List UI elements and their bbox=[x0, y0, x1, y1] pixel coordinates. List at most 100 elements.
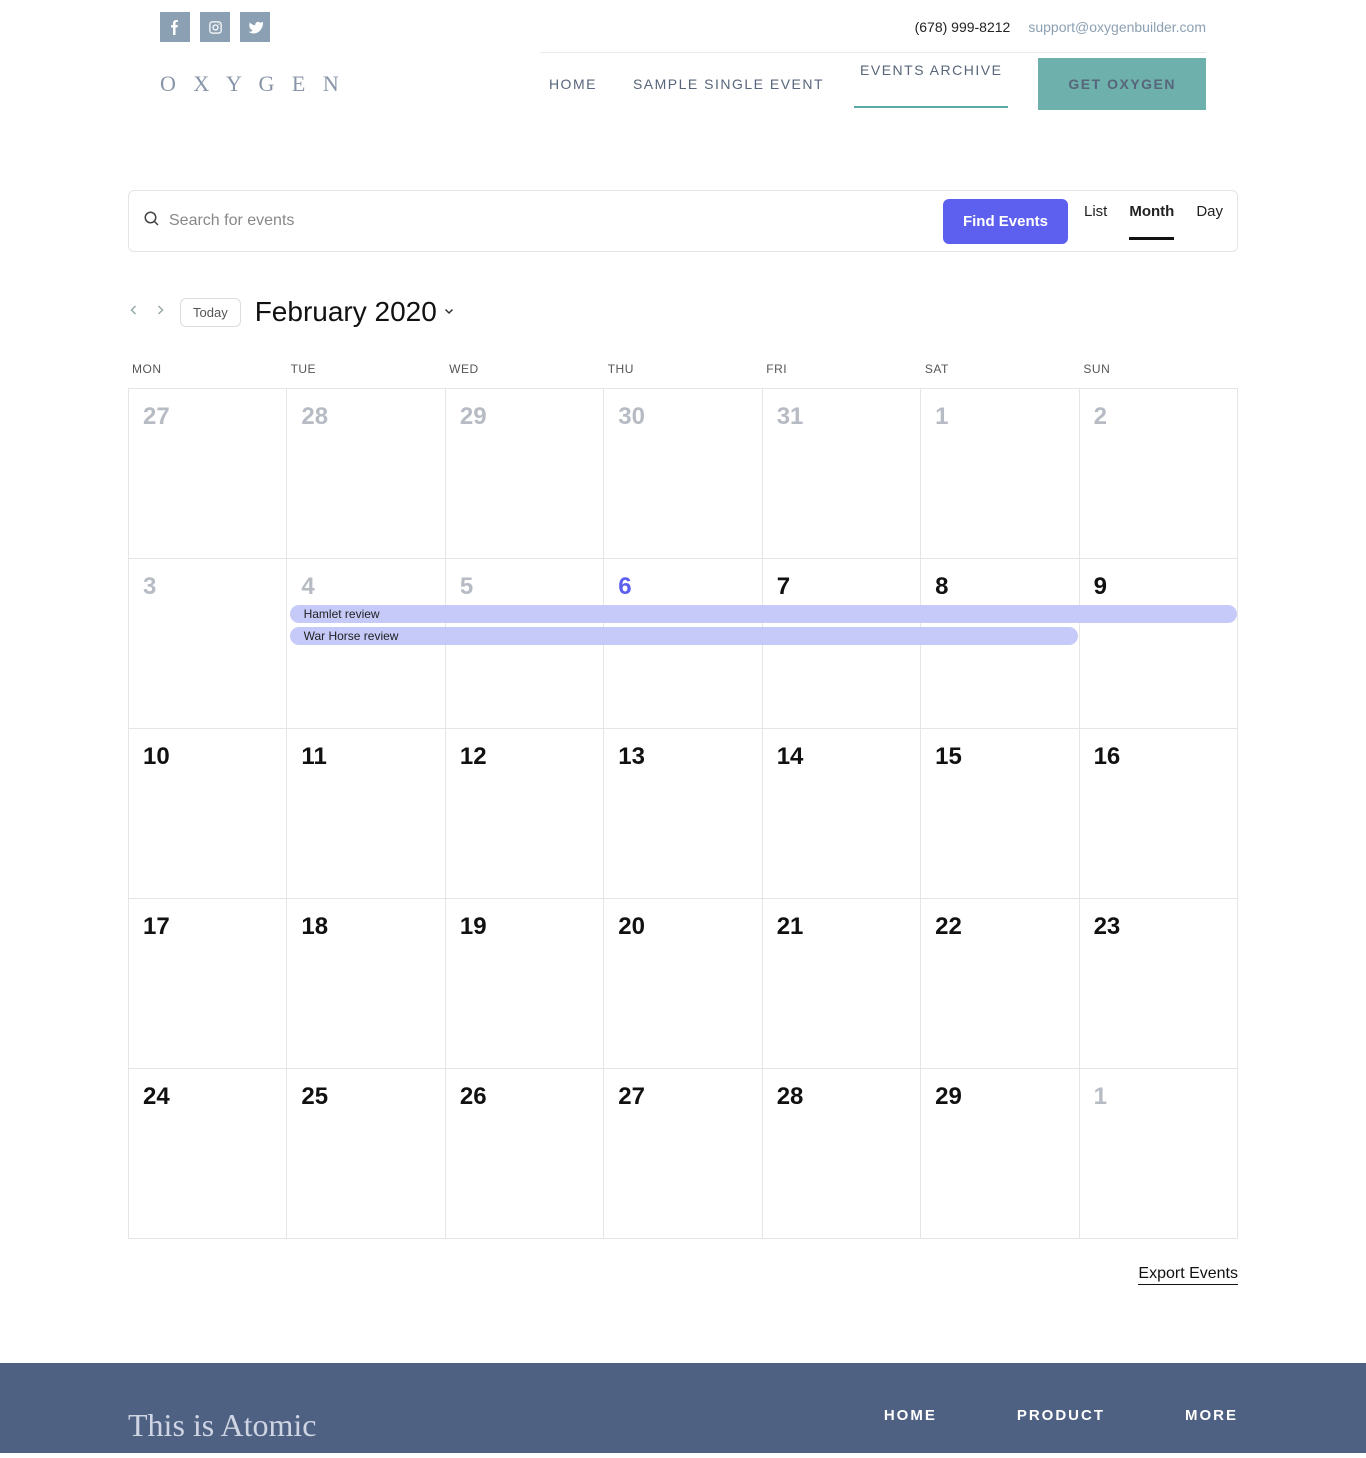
day-number: 11 bbox=[301, 743, 444, 771]
calendar-day[interactable]: 19 bbox=[446, 899, 604, 1069]
calendar-day[interactable]: 15 bbox=[921, 729, 1079, 899]
calendar-day[interactable]: 28 bbox=[287, 389, 445, 559]
day-number: 5 bbox=[460, 573, 603, 601]
nav-events-archive[interactable]: EVENTS ARCHIVE bbox=[860, 62, 1002, 106]
view-tab-list[interactable]: List bbox=[1084, 203, 1107, 240]
facebook-icon[interactable] bbox=[160, 12, 190, 42]
dow-label: SUN bbox=[1079, 362, 1238, 388]
day-number: 26 bbox=[460, 1083, 603, 1111]
day-number: 19 bbox=[460, 913, 603, 941]
calendar-day[interactable]: 23 bbox=[1080, 899, 1238, 1069]
day-number: 6 bbox=[618, 573, 761, 601]
calendar-day[interactable]: 12 bbox=[446, 729, 604, 899]
footer-col-more[interactable]: MORE bbox=[1185, 1407, 1238, 1424]
calendar-day[interactable]: 13 bbox=[604, 729, 762, 899]
calendar-day[interactable]: 1 bbox=[1080, 1069, 1238, 1239]
dow-label: THU bbox=[604, 362, 763, 388]
calendar-day[interactable]: 27 bbox=[129, 389, 287, 559]
calendar-day[interactable]: 2 bbox=[1080, 389, 1238, 559]
dow-label: TUE bbox=[287, 362, 446, 388]
calendar-day[interactable]: 26 bbox=[446, 1069, 604, 1239]
day-number: 18 bbox=[301, 913, 444, 941]
calendar-day[interactable]: 18 bbox=[287, 899, 445, 1069]
day-number: 27 bbox=[618, 1083, 761, 1111]
calendar-day[interactable]: 31 bbox=[763, 389, 921, 559]
event-bar[interactable]: War Horse review bbox=[290, 627, 1079, 645]
calendar-day[interactable]: 9 bbox=[1080, 559, 1238, 729]
nav-sample-single-event[interactable]: SAMPLE SINGLE EVENT bbox=[633, 76, 824, 92]
day-number: 23 bbox=[1094, 913, 1237, 941]
month-label-text: February 2020 bbox=[255, 296, 437, 328]
search-input[interactable] bbox=[169, 212, 943, 230]
day-number: 7 bbox=[777, 573, 920, 601]
calendar-day[interactable]: 17 bbox=[129, 899, 287, 1069]
calendar-day[interactable]: 28 bbox=[763, 1069, 921, 1239]
day-number: 10 bbox=[143, 743, 286, 771]
footer-col-product[interactable]: PRODUCT bbox=[1017, 1407, 1105, 1424]
day-number: 27 bbox=[143, 403, 286, 431]
day-number: 30 bbox=[618, 403, 761, 431]
logo[interactable]: O X Y G E N bbox=[160, 71, 345, 97]
day-number: 29 bbox=[935, 1083, 1078, 1111]
day-number: 3 bbox=[143, 573, 286, 601]
day-number: 25 bbox=[301, 1083, 444, 1111]
dow-label: SAT bbox=[921, 362, 1080, 388]
day-number: 4 bbox=[301, 573, 444, 601]
calendar-day[interactable]: 25 bbox=[287, 1069, 445, 1239]
day-number: 29 bbox=[460, 403, 603, 431]
month-picker[interactable]: February 2020 bbox=[255, 296, 455, 328]
chevron-down-icon bbox=[443, 304, 455, 320]
day-number: 28 bbox=[777, 1083, 920, 1111]
calendar-day[interactable]: 24 bbox=[129, 1069, 287, 1239]
calendar-day[interactable]: 16 bbox=[1080, 729, 1238, 899]
calendar-day[interactable]: 20 bbox=[604, 899, 762, 1069]
calendar-day[interactable]: 3 bbox=[129, 559, 287, 729]
day-number: 9 bbox=[1094, 573, 1237, 601]
instagram-icon[interactable] bbox=[200, 12, 230, 42]
calendar-day[interactable]: 1 bbox=[921, 389, 1079, 559]
day-number: 16 bbox=[1094, 743, 1237, 771]
day-number: 1 bbox=[1094, 1083, 1237, 1111]
calendar-day[interactable]: 11 bbox=[287, 729, 445, 899]
dow-label: FRI bbox=[762, 362, 921, 388]
calendar-day[interactable]: 21 bbox=[763, 899, 921, 1069]
footer-col-home[interactable]: HOME bbox=[884, 1407, 937, 1424]
find-events-button[interactable]: Find Events bbox=[943, 199, 1068, 244]
email-link[interactable]: support@oxygenbuilder.com bbox=[1028, 19, 1206, 35]
day-number: 1 bbox=[935, 403, 1078, 431]
dow-label: MON bbox=[128, 362, 287, 388]
phone-text: (678) 999-8212 bbox=[915, 19, 1011, 35]
calendar-day[interactable]: 27 bbox=[604, 1069, 762, 1239]
export-events-link[interactable]: Export Events bbox=[1138, 1265, 1238, 1285]
day-number: 28 bbox=[301, 403, 444, 431]
events-search-bar: Find Events List Month Day bbox=[128, 190, 1238, 252]
calendar-day[interactable]: 30 bbox=[604, 389, 762, 559]
day-number: 15 bbox=[935, 743, 1078, 771]
nav-home[interactable]: HOME bbox=[549, 76, 597, 92]
view-tab-month[interactable]: Month bbox=[1129, 203, 1174, 240]
day-number: 8 bbox=[935, 573, 1078, 601]
twitter-icon[interactable] bbox=[240, 12, 270, 42]
today-button[interactable]: Today bbox=[180, 298, 241, 327]
day-number: 22 bbox=[935, 913, 1078, 941]
get-oxygen-button[interactable]: GET OXYGEN bbox=[1038, 58, 1206, 110]
calendar-day[interactable]: 10 bbox=[129, 729, 287, 899]
event-bar[interactable]: Hamlet review bbox=[290, 605, 1237, 623]
view-tab-day[interactable]: Day bbox=[1196, 203, 1223, 240]
next-month-icon[interactable] bbox=[154, 302, 166, 323]
day-number: 21 bbox=[777, 913, 920, 941]
calendar-day[interactable]: 22 bbox=[921, 899, 1079, 1069]
day-number: 13 bbox=[618, 743, 761, 771]
prev-month-icon[interactable] bbox=[128, 302, 140, 323]
day-number: 20 bbox=[618, 913, 761, 941]
day-number: 12 bbox=[460, 743, 603, 771]
calendar-day[interactable]: 29 bbox=[446, 389, 604, 559]
day-number: 2 bbox=[1094, 403, 1237, 431]
day-number: 17 bbox=[143, 913, 286, 941]
search-icon bbox=[143, 210, 161, 233]
day-number: 24 bbox=[143, 1083, 286, 1111]
dow-label: WED bbox=[445, 362, 604, 388]
calendar-day[interactable]: 14 bbox=[763, 729, 921, 899]
day-number: 14 bbox=[777, 743, 920, 771]
calendar-day[interactable]: 29 bbox=[921, 1069, 1079, 1239]
